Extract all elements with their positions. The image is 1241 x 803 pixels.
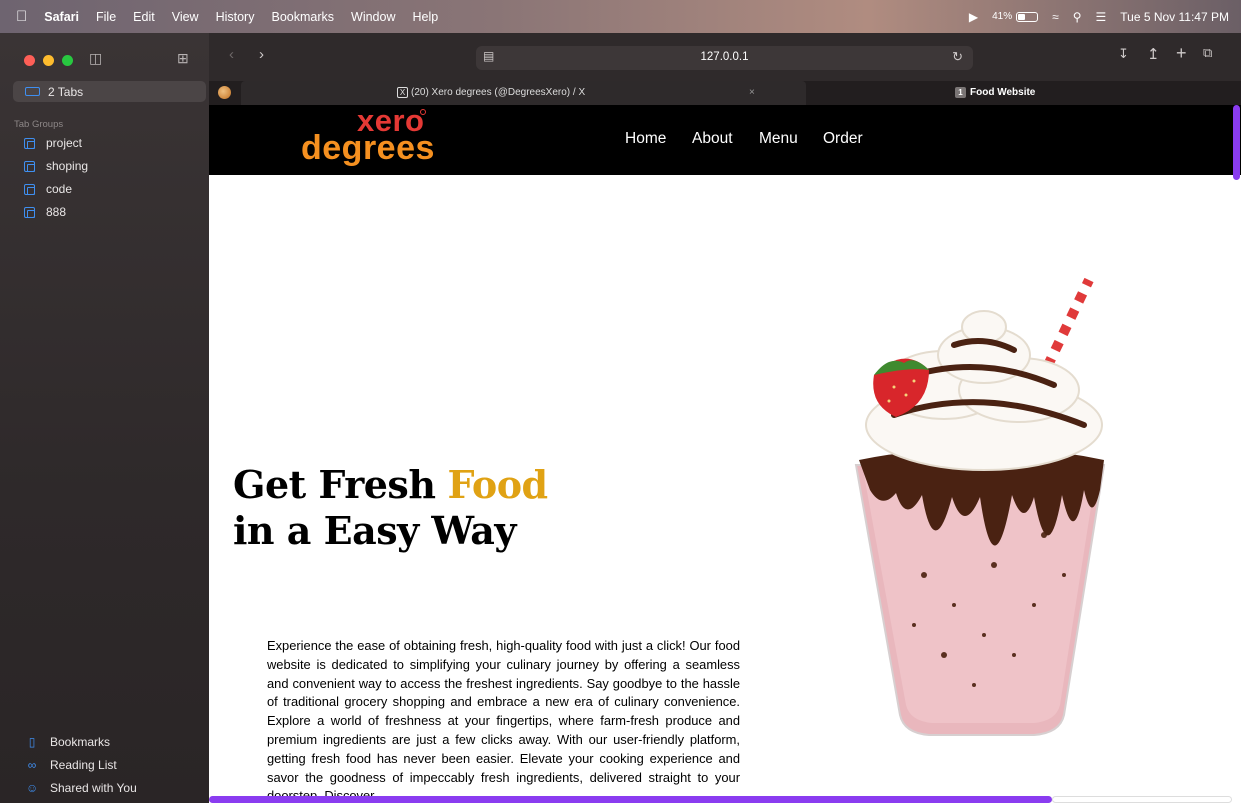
web-page: xero degrees Home About Menu Order Get F… (209, 105, 1241, 803)
horizontal-scrollbar[interactable] (209, 796, 1052, 803)
x-logo-icon: X (397, 87, 408, 98)
address-text: 127.0.0.1 (700, 51, 749, 63)
tab-title: Food Website (970, 87, 1036, 98)
status-area: ▶︎ 41% ≈ ⚲ ☰ Tue 5 Nov 11:47 PM (969, 0, 1229, 33)
horizontal-scrollbar-track (1052, 796, 1232, 803)
battery-indicator[interactable]: 41% (992, 11, 1039, 22)
nav-menu-link[interactable]: Menu (759, 130, 798, 148)
close-window-button[interactable] (24, 55, 35, 66)
sidebar-item-project[interactable]: project (24, 136, 82, 150)
sidebar-tabs-item[interactable]: 2 Tabs (13, 81, 206, 102)
glasses-icon: ∞ (27, 758, 37, 772)
tabs-count-label: 2 Tabs (48, 84, 84, 99)
bookmark-icon: ▯ (28, 735, 36, 749)
site-navbar: xero degrees Home About Menu Order (209, 105, 1241, 175)
menubar-clock[interactable]: Tue 5 Nov 11:47 PM (1120, 10, 1229, 24)
people-icon: ☺ (26, 781, 39, 795)
tab-groups-heading: Tab Groups (14, 119, 64, 130)
sidebar-item-label: shoping (46, 159, 89, 173)
battery-icon (1016, 11, 1039, 22)
menu-bookmarks[interactable]: Bookmarks (271, 10, 334, 24)
back-icon[interactable]: ‹ (229, 46, 234, 63)
reload-icon[interactable]: ↻ (952, 49, 963, 65)
sidebar-bookmarks[interactable]: ▯ Bookmarks (26, 735, 110, 749)
sidebar-reading-list[interactable]: ∞ Reading List (26, 758, 117, 772)
tab-bar: X (20) Xero degrees (@DegreesXero) / X × … (209, 81, 1241, 105)
play-icon[interactable]: ▶︎ (969, 10, 978, 24)
logo-degrees[interactable]: degrees (301, 130, 435, 166)
nav-home-link[interactable]: Home (625, 130, 666, 148)
sidebar-item-shoping[interactable]: shoping (24, 159, 88, 173)
download-icon[interactable]: ↧ (1118, 46, 1129, 62)
sidebar-item-label: code (46, 182, 73, 196)
sidebar-item-label: 888 (46, 205, 67, 219)
hero-line1: Get Fresh (233, 462, 436, 507)
safari-sidebar: ◫ ⊞ 2 Tabs Tab Groups project shoping co… (0, 33, 209, 803)
menu-view[interactable]: View (172, 10, 199, 24)
tab-group-badge: 1 (955, 87, 966, 98)
forward-icon[interactable]: › (259, 46, 264, 63)
hero-line2: in a Easy Way (233, 508, 517, 553)
milkshake-image (854, 275, 1106, 736)
sidebar-bottom-label: Bookmarks (50, 735, 111, 749)
tab-title-wrap: X (20) Xero degrees (@DegreesXero) / X (397, 87, 585, 98)
menu-window[interactable]: Window (351, 10, 395, 24)
sidebar-shared-with-you[interactable]: ☺ Shared with You (26, 781, 137, 795)
menu-bar:  Safari File Edit View History Bookmark… (0, 0, 1241, 33)
zoom-window-button[interactable] (62, 55, 73, 66)
tab-group-icon (24, 160, 35, 172)
laptop-icon (25, 87, 40, 96)
tab-overview-icon[interactable]: ⧉ (1203, 45, 1212, 61)
tab-title: (20) Xero degrees (@DegreesXero) / X (411, 87, 586, 98)
sidebar-item-code[interactable]: code (24, 182, 72, 196)
battery-fill (1018, 13, 1026, 20)
wifi-icon[interactable]: ≈ (1052, 10, 1059, 24)
menu-help[interactable]: Help (412, 10, 438, 24)
window-controls (24, 55, 73, 66)
search-icon[interactable]: ⚲ (1073, 10, 1082, 24)
nav-order-link[interactable]: Order (823, 130, 863, 148)
sidebar-toggle-icon[interactable]: ◫ (89, 50, 102, 67)
share-icon[interactable]: ↥ (1147, 45, 1160, 63)
control-center-icon[interactable]: ☰ (1096, 10, 1107, 24)
address-bar[interactable]: ▤ 127.0.0.1 ↻ (476, 46, 973, 70)
vertical-scrollbar[interactable] (1233, 105, 1240, 180)
sidebar-bottom-label: Reading List (50, 758, 117, 772)
menu-edit[interactable]: Edit (133, 10, 155, 24)
menu-history[interactable]: History (216, 10, 255, 24)
tab-group-icon (24, 137, 35, 149)
minimize-window-button[interactable] (43, 55, 54, 66)
hero-highlight: Food (447, 462, 548, 507)
sidebar-item-label: project (46, 136, 83, 150)
tab-group-icon (24, 206, 35, 218)
tab-x-degrees[interactable]: X (20) Xero degrees (@DegreesXero) / X × (241, 81, 806, 105)
tab-group-icon (24, 183, 35, 195)
sidebar-bottom-label: Shared with You (50, 781, 137, 795)
logo-degree-icon (420, 109, 426, 115)
hero-title: Get Fresh Food in a Easy Way (233, 462, 548, 554)
new-tab-icon[interactable]: + (1176, 43, 1187, 64)
menu-safari[interactable]: Safari (44, 10, 79, 24)
tab-favicon-icon (218, 86, 231, 99)
apple-logo-icon[interactable]:  (16, 8, 27, 25)
tab-food-website[interactable]: 1 Food Website (955, 87, 1035, 98)
close-tab-icon[interactable]: × (749, 87, 755, 98)
new-tab-group-icon[interactable]: ⊞ (177, 50, 189, 67)
nav-about-link[interactable]: About (692, 130, 733, 148)
sidebar-item-888[interactable]: 888 (24, 205, 66, 219)
battery-percent: 41% (992, 11, 1013, 22)
menu-file[interactable]: File (96, 10, 116, 24)
browser-toolbar: ‹ › ▤ 127.0.0.1 ↻ ↧ ↥ + ⧉ (209, 33, 1241, 81)
hero-description: Experience the ease of obtaining fresh, … (267, 638, 740, 803)
